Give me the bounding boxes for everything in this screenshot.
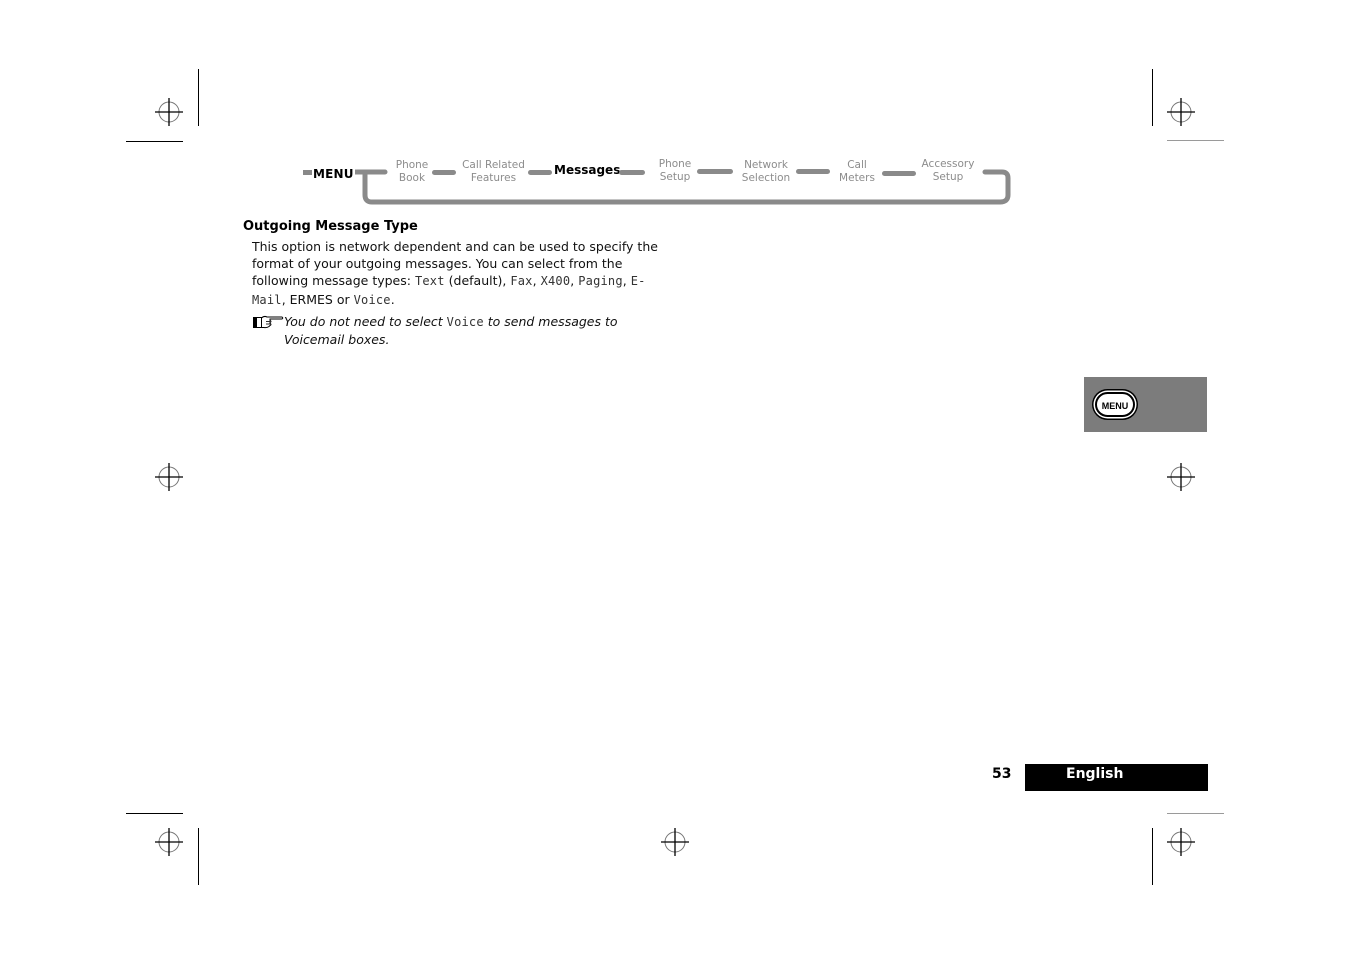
language-label: English	[1066, 766, 1124, 782]
nav-item-line2: Setup	[932, 171, 964, 183]
nav-item-line1: Messages	[554, 163, 621, 177]
message-type-text: Text	[414, 274, 445, 289]
note-before: You do not need to select	[284, 314, 447, 329]
message-type-x400: X400	[540, 274, 571, 289]
pointing-hand-icon	[253, 315, 284, 329]
crop-mark	[1152, 69, 1153, 126]
nav-item-phone-setup: Phone Setup	[652, 158, 698, 184]
nav-item-messages: Messages	[554, 163, 621, 177]
registration-mark-icon	[1167, 98, 1195, 126]
nav-item-call-meters: Call Meters	[834, 159, 880, 185]
nav-item-line2: Meters	[839, 172, 875, 184]
crop-mark	[198, 828, 199, 885]
nav-connector	[697, 169, 733, 174]
page-number: 53	[992, 766, 1012, 782]
nav-connector	[528, 170, 552, 175]
section-paragraph: This option is network dependent and can…	[252, 238, 672, 309]
nav-item-line1: Call	[847, 159, 867, 171]
registration-mark-icon	[155, 463, 183, 491]
note-text: You do not need to select Voice to send …	[284, 313, 664, 348]
language-bar: English	[1025, 764, 1208, 791]
message-type-voice: Voice	[353, 292, 391, 307]
nav-item-line2: Selection	[741, 172, 791, 184]
crop-mark	[126, 141, 183, 142]
separator: ,	[622, 273, 631, 289]
message-type-paging: Paging	[578, 274, 623, 289]
registration-mark-icon	[155, 828, 183, 856]
nav-item-line1: Phone	[395, 159, 429, 171]
menu-side-tab: MENU	[1084, 377, 1207, 432]
nav-connector	[619, 170, 645, 175]
registration-mark-icon	[155, 98, 183, 126]
default-suffix: (default)	[444, 273, 503, 289]
crop-mark	[126, 813, 183, 814]
registration-mark-icon	[661, 828, 689, 856]
nav-item-call-related-features: Call Related Features	[456, 159, 531, 185]
nav-item-line2: Features	[470, 172, 517, 184]
crop-mark	[1167, 813, 1224, 814]
nav-item-network-selection: Network Selection	[736, 159, 796, 185]
registration-mark-icon	[1167, 463, 1195, 491]
crop-mark	[1167, 140, 1224, 141]
paragraph-end: .	[390, 291, 395, 307]
nav-item-line2: Book	[398, 172, 426, 184]
nav-connector	[432, 170, 456, 175]
nav-item-line1: Phone	[658, 158, 692, 170]
registration-mark-icon	[1167, 828, 1195, 856]
message-type-fax: Fax	[510, 274, 533, 289]
nav-item-accessory-setup: Accessory Setup	[916, 158, 980, 184]
crop-mark	[198, 69, 199, 126]
menu-key-icon: MENU	[1095, 392, 1135, 417]
section-heading: Outgoing Message Type	[243, 219, 418, 234]
nav-item-line1: Call Related	[462, 159, 525, 171]
nav-connector	[882, 171, 916, 176]
nav-item-line1: Network	[744, 159, 788, 171]
message-type-ermes: ERMES	[289, 291, 333, 307]
separator: ,	[532, 273, 541, 289]
crop-mark	[1152, 828, 1153, 885]
nav-item-phone-book: Phone Book	[388, 159, 436, 185]
note-code: Voice	[446, 315, 484, 329]
separator: or	[332, 291, 354, 307]
nav-item-line2: Setup	[659, 171, 691, 183]
separator: ,	[281, 291, 290, 307]
menu-square-icon	[303, 170, 312, 175]
menu-root-label: MENU	[313, 167, 354, 181]
nav-connector	[796, 169, 830, 174]
nav-item-line1: Accessory	[921, 158, 975, 170]
